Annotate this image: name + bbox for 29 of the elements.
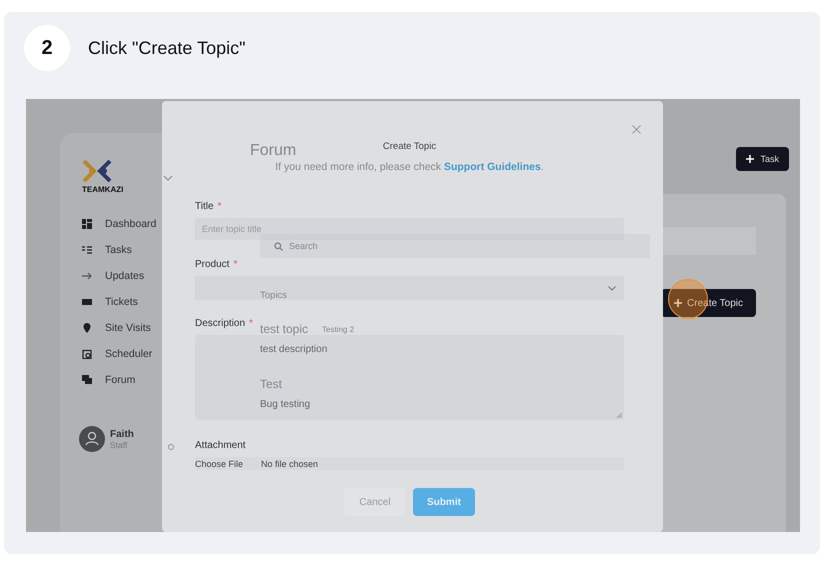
section-label: Topics <box>260 290 287 301</box>
topic-description: test description <box>260 344 328 355</box>
field-label: Title <box>195 201 214 212</box>
task-button[interactable]: Task <box>736 147 789 171</box>
nav-item[interactable]: Forum <box>82 372 197 388</box>
info-text: If you need more info, please check Support Guidelines. <box>275 161 544 173</box>
logo-text: TEAMKAZI <box>82 185 124 194</box>
field-label: Attachment <box>195 440 246 451</box>
nav-item[interactable]: Dashboard <box>82 216 197 232</box>
page-title: Forum <box>250 142 296 160</box>
nav-item[interactable]: Tickets <box>82 294 197 310</box>
required-mark: * <box>218 201 222 212</box>
user-name: Faith <box>110 428 134 440</box>
topic-tag: Testing 2 <box>318 322 358 336</box>
user-role: Staff <box>110 440 128 450</box>
required-mark: * <box>233 259 238 270</box>
required-mark: * <box>249 318 253 329</box>
modal-title-text: Create Topic <box>382 141 436 152</box>
nav-item[interactable]: Scheduler <box>82 346 197 362</box>
search-placeholder: Search <box>289 241 318 251</box>
file-status: No file chosen <box>261 458 318 468</box>
nav-item[interactable]: Updates <box>82 268 197 284</box>
field-label: Product <box>195 259 230 270</box>
choose-file-button[interactable]: Choose File <box>195 458 244 468</box>
topic-description: Bug testing <box>260 399 310 410</box>
field-label: Description <box>195 318 246 329</box>
step-number: 2 <box>24 25 70 71</box>
nav-item[interactable]: Tasks <box>82 242 197 258</box>
step-instruction: Click "Create Topic" <box>88 38 246 58</box>
